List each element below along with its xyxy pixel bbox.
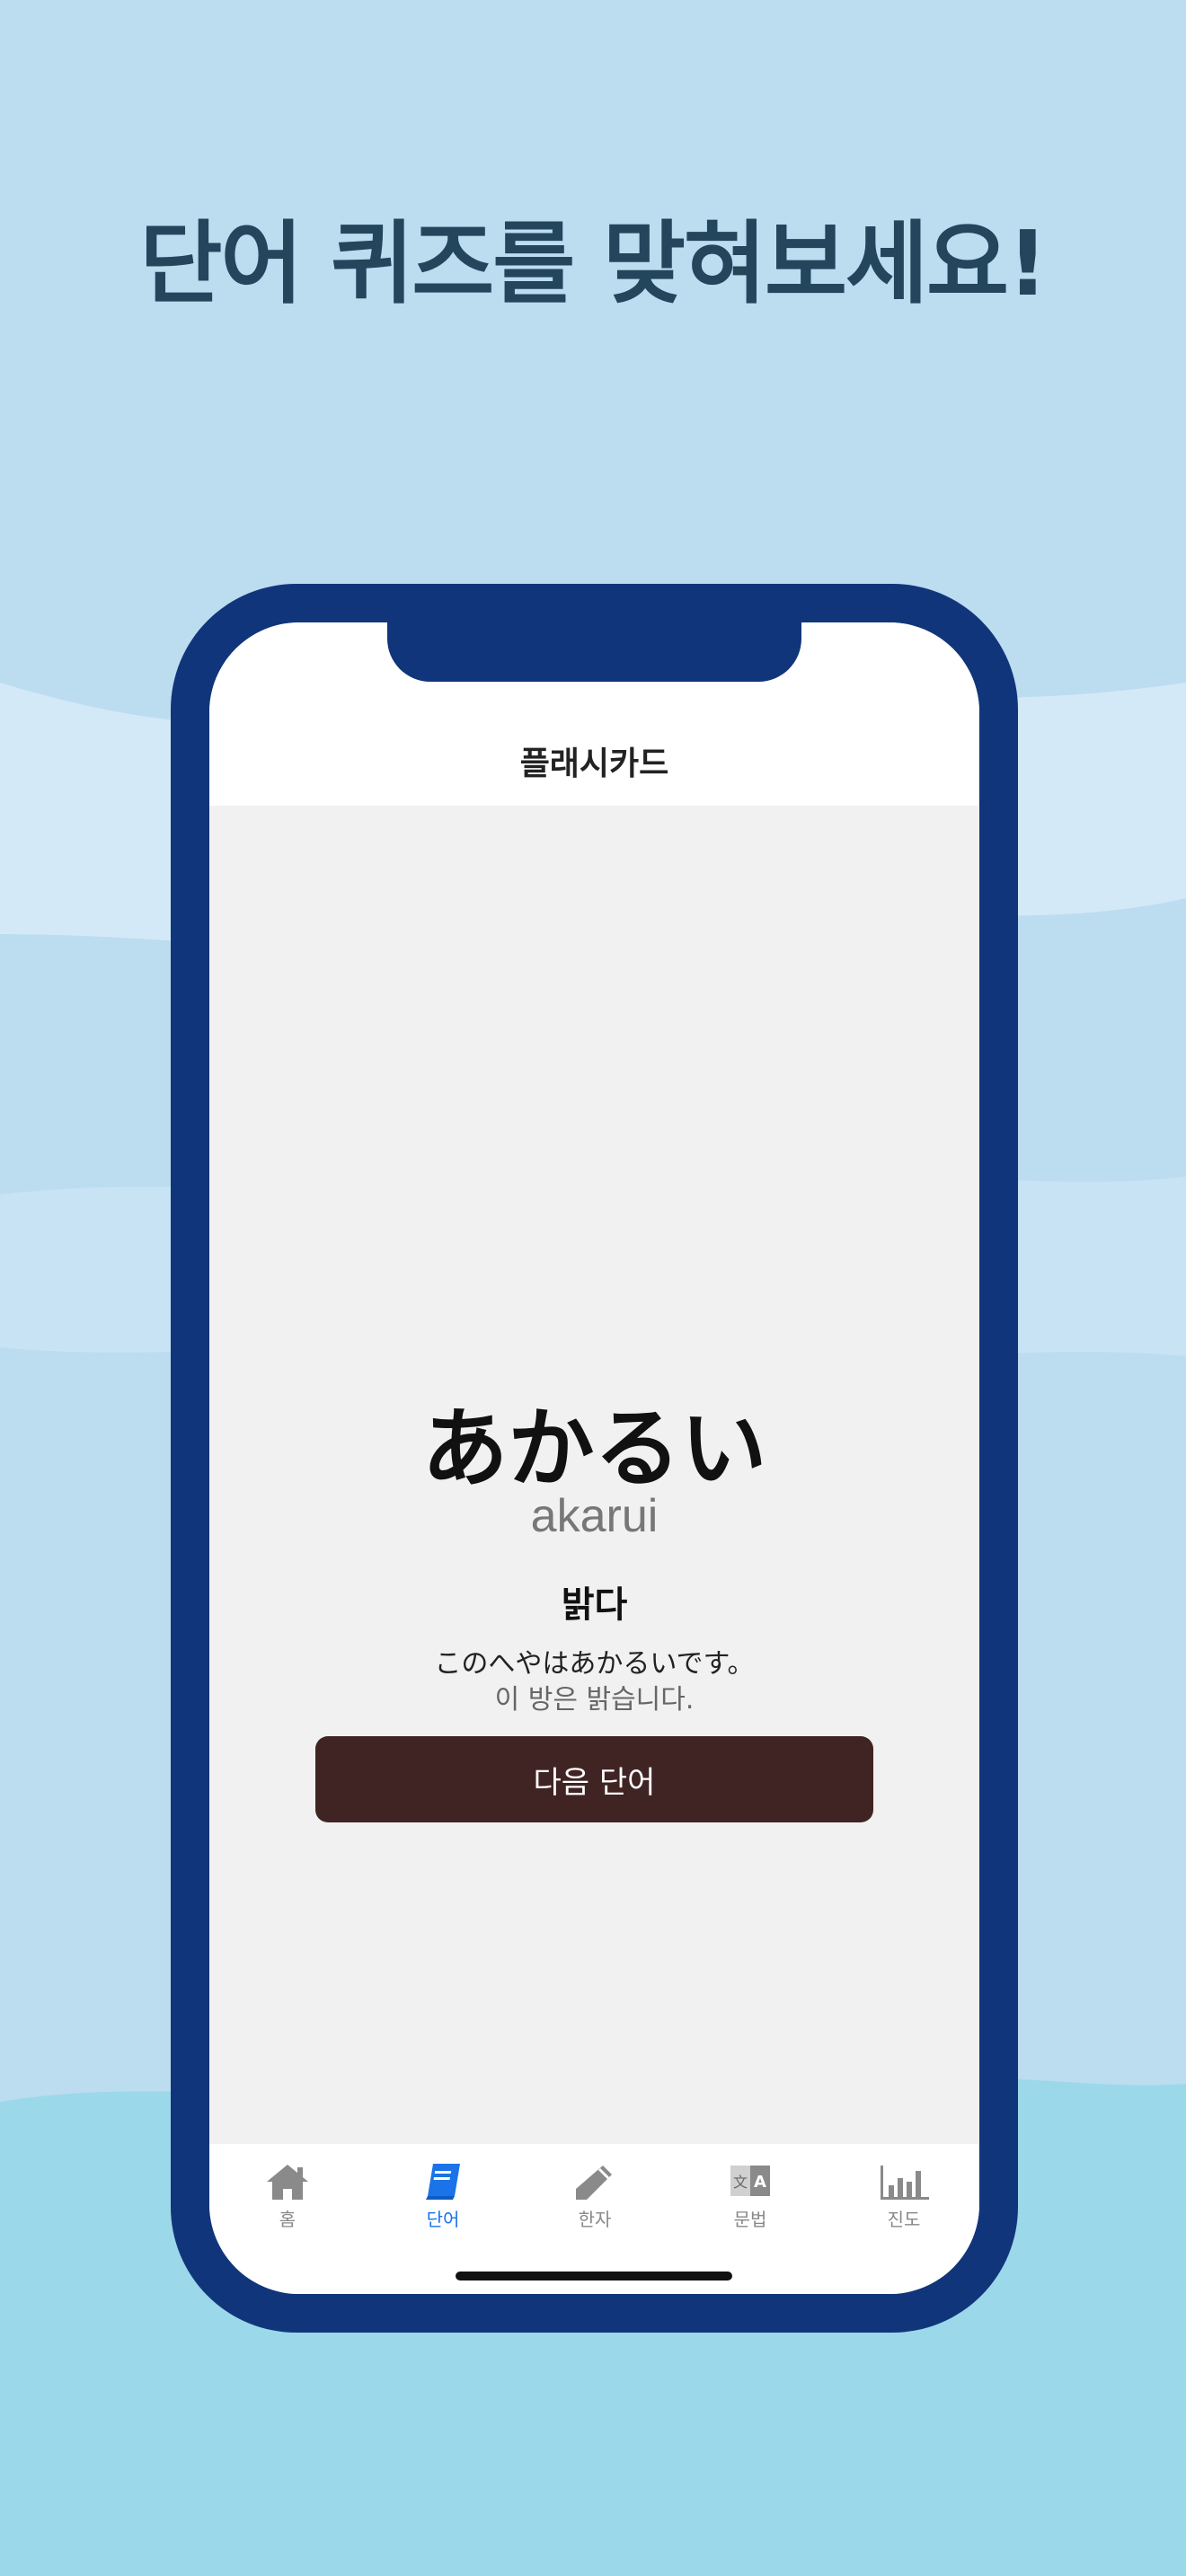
bar-chart-icon [881,2166,929,2200]
tab-words[interactable]: 단어 [389,2155,497,2254]
phone-frame: 플래시카드 あかるい akarui 밝다 このへやはあかるいです。 이 방은 밝… [171,584,1018,2333]
promo-headline: 단어 퀴즈를 맞혀보세요! [139,211,1048,316]
tab-home-label: 홈 [279,2209,296,2230]
page-title: 플래시카드 [519,745,669,782]
svg-text:A: A [754,2173,766,2192]
home-indicator [456,2272,732,2280]
book-icon [426,2164,460,2200]
japanese-word: あかるい [421,1398,767,1499]
romaji-reading: akarui [530,1490,659,1542]
flashcard: あかるい akarui 밝다 このへやはあかるいです。 이 방은 밝습니다. 다… [209,806,979,2144]
phone-screen: 플래시카드 あかるい akarui 밝다 このへやはあかるいです。 이 방은 밝… [209,622,979,2294]
tab-kanji[interactable]: 한자 [541,2155,649,2254]
tab-home[interactable]: 홈 [234,2155,341,2254]
home-icon [267,2165,308,2200]
tab-words-label: 단어 [426,2209,460,2230]
korean-meaning: 밝다 [561,1584,628,1626]
tab-kanji-label: 한자 [578,2209,612,2230]
tab-grammar[interactable]: 文 A 문법 [696,2155,804,2254]
pencil-icon [576,2166,612,2200]
example-sentence-korean: 이 방은 밝습니다. [494,1684,695,1716]
translate-icon: 文 A [730,2166,770,2196]
svg-text:文: 文 [733,2174,748,2191]
tab-grammar-label: 문법 [733,2209,767,2230]
tab-progress[interactable]: 진도 [850,2155,958,2254]
next-word-button[interactable]: 다음 단어 [315,1736,873,1822]
example-sentence-japanese: このへやはあかるいです。 [434,1648,755,1680]
tab-progress-label: 진도 [887,2209,921,2230]
phone-notch [387,622,801,682]
